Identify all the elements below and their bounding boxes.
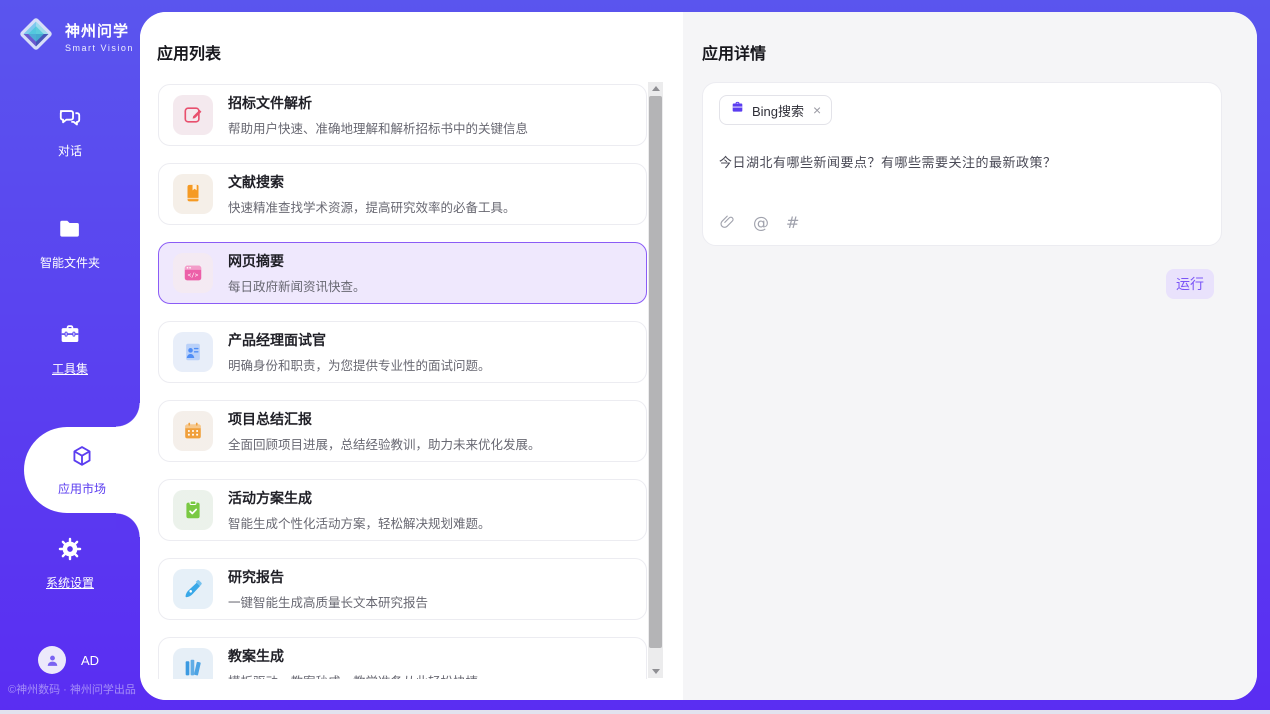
folder-icon [57, 229, 83, 246]
books-icon [173, 648, 213, 679]
app-card-title: 招标文件解析 [228, 93, 528, 113]
user-avatar[interactable] [38, 646, 66, 674]
app-card-description: 快速精准查找学术资源，提高研究效率的必备工具。 [228, 197, 516, 216]
calendar-icon [173, 411, 213, 451]
app-card-title: 教案生成 [228, 646, 478, 666]
app-list-panel: 应用列表 招标文件解析 帮助用户快速、准确地理解和解析招标书中的关键信息 文献搜… [140, 12, 683, 700]
svg-text:</>: </> [188, 272, 199, 279]
sidebar: 神州问学 Smart Vision 对话智能文件夹工具集应用市场系统设置 AD … [0, 0, 140, 710]
interview-icon [173, 332, 213, 372]
scrollbar-up-arrow-icon[interactable] [648, 82, 663, 95]
active-tab-top-curve [116, 403, 140, 427]
app-card-description: 一键智能生成高质量长文本研究报告 [228, 592, 428, 611]
app-card-research-report[interactable]: 研究报告 一键智能生成高质量长文本研究报告 [158, 558, 647, 620]
app-card-title: 网页摘要 [228, 251, 366, 271]
toolbox-icon [57, 335, 83, 352]
gear-icon [57, 549, 83, 566]
app-card-description: 每日政府新闻资讯快查。 [228, 276, 366, 295]
run-button[interactable]: 运行 [1166, 269, 1214, 299]
app-card-project-report[interactable]: 项目总结汇报 全面回顾项目进展，总结经验教训，助力未来优化发展。 [158, 400, 647, 462]
paperclip-icon[interactable] [719, 214, 736, 231]
app-list-title: 应用列表 [157, 40, 221, 64]
app-card-pm-interviewer[interactable]: 产品经理面试官 明确身份和职责，为您提供专业性的面试问题。 [158, 321, 647, 383]
app-card-lesson-plan[interactable]: 教案生成 模板驱动，教案秒成，教学准备从此轻松快捷 [158, 637, 647, 679]
cube-icon [69, 444, 95, 475]
sidebar-item-label: 应用市场 [58, 480, 106, 497]
app-card-title: 文献搜索 [228, 172, 516, 192]
sidebar-item-app-market[interactable]: 应用市场 [24, 427, 140, 513]
user-name: AD [81, 653, 99, 668]
bottom-edge-strip [0, 710, 1270, 714]
scrollbar[interactable] [648, 82, 663, 678]
app-card-description: 帮助用户快速、准确地理解和解析招标书中的关键信息 [228, 118, 528, 137]
sidebar-item-label: 智能文件夹 [0, 254, 140, 271]
diamond-logo-icon [15, 13, 57, 60]
pen-icon [173, 569, 213, 609]
main-content: 应用列表 招标文件解析 帮助用户快速、准确地理解和解析招标书中的关键信息 文献搜… [140, 12, 1257, 700]
app-list: 招标文件解析 帮助用户快速、准确地理解和解析招标书中的关键信息 文献搜索 快速精… [158, 82, 648, 679]
app-card-title: 活动方案生成 [228, 488, 491, 508]
prompt-card: Bing搜索 × 今日湖北有哪些新闻要点？有哪些需要关注的最新政策？ @# [702, 82, 1222, 246]
copyright-text: ©神州数码 · 神州问学出品 [8, 681, 136, 697]
app-detail-title: 应用详情 [702, 40, 766, 64]
chat-icon [57, 117, 83, 134]
app-card-title: 产品经理面试官 [228, 330, 491, 350]
brand-name: 神州问学 [65, 20, 134, 41]
brand-logo: 神州问学 Smart Vision [15, 13, 134, 60]
scrollbar-down-arrow-icon[interactable] [648, 665, 663, 678]
clipboard-check-icon [173, 490, 213, 530]
app-card-literature-search[interactable]: 文献搜索 快速精准查找学术资源，提高研究效率的必备工具。 [158, 163, 647, 225]
briefcase-icon [730, 100, 745, 120]
app-card-description: 模板驱动，教案秒成，教学准备从此轻松快捷 [228, 671, 478, 679]
query-input[interactable]: 今日湖北有哪些新闻要点？有哪些需要关注的最新政策？ [719, 152, 1205, 171]
web-code-icon: </> [173, 253, 213, 293]
app-card-title: 项目总结汇报 [228, 409, 541, 429]
book-icon [173, 174, 213, 214]
sidebar-item-chat[interactable]: 对话 [0, 104, 140, 159]
user-account[interactable]: AD [38, 646, 99, 674]
app-card-description: 明确身份和职责，为您提供专业性的面试问题。 [228, 355, 491, 374]
sidebar-item-smart-folders[interactable]: 智能文件夹 [0, 216, 140, 271]
app-card-title: 研究报告 [228, 567, 428, 587]
app-detail-panel: 应用详情 Bing搜索 × 今日湖北有哪些新闻要点？有哪些需要关注的最新政策？ … [683, 12, 1257, 700]
app-card-description: 智能生成个性化活动方案，轻松解决规划难题。 [228, 513, 491, 532]
app-card-web-summary[interactable]: </> 网页摘要 每日政府新闻资讯快查。 [158, 242, 647, 304]
sidebar-item-toolset[interactable]: 工具集 [0, 322, 140, 377]
sidebar-item-label: 工具集 [0, 360, 140, 377]
tool-chip-label: Bing搜索 [752, 101, 804, 120]
input-toolbar: @# [719, 213, 799, 232]
tool-chip-bing-search[interactable]: Bing搜索 × [719, 95, 832, 125]
app-card-bid-parse[interactable]: 招标文件解析 帮助用户快速、准确地理解和解析招标书中的关键信息 [158, 84, 647, 146]
sidebar-item-system-settings[interactable]: 系统设置 [0, 536, 140, 591]
close-icon[interactable]: × [813, 103, 821, 117]
at-icon[interactable]: @ [753, 213, 769, 232]
app-card-description: 全面回顾项目进展，总结经验教训，助力未来优化发展。 [228, 434, 541, 453]
brand-subtitle: Smart Vision [65, 43, 134, 53]
active-tab-bottom-curve [116, 513, 140, 537]
sidebar-item-label: 系统设置 [0, 574, 140, 591]
edit-doc-icon [173, 95, 213, 135]
app-card-event-plan[interactable]: 活动方案生成 智能生成个性化活动方案，轻松解决规划难题。 [158, 479, 647, 541]
hash-icon[interactable]: # [786, 213, 799, 232]
sidebar-item-label: 对话 [0, 142, 140, 159]
scrollbar-thumb[interactable] [649, 96, 662, 648]
